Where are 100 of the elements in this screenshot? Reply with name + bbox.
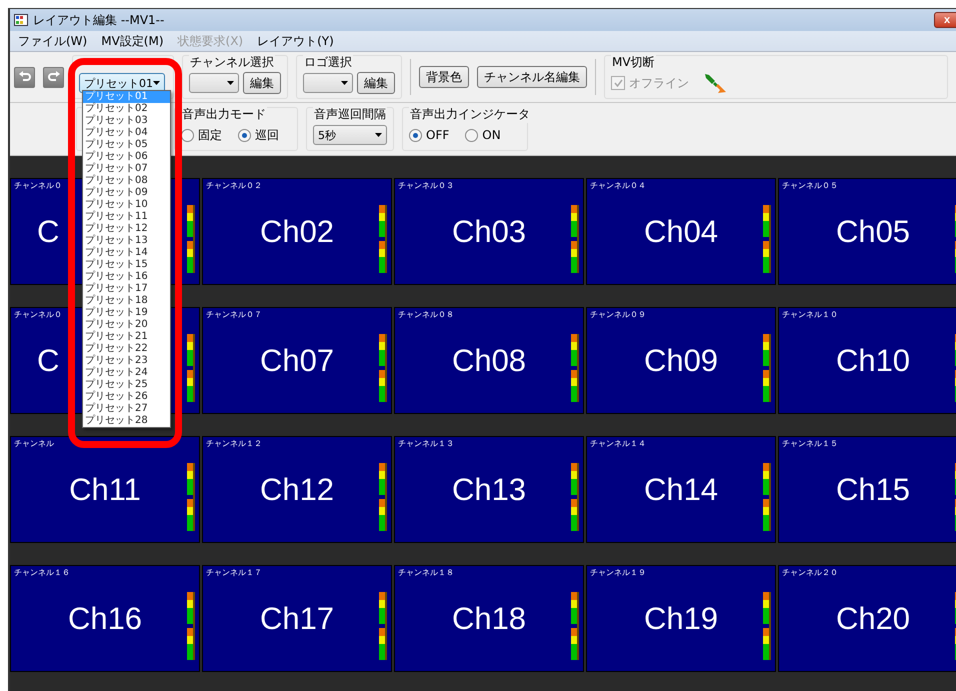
preset-option[interactable]: プリセット27	[83, 403, 170, 415]
close-button[interactable]: x	[934, 12, 956, 28]
preset-option[interactable]: プリセット15	[83, 259, 170, 271]
caret-icon	[375, 133, 382, 137]
channel-label: チャンネル１９	[590, 567, 646, 578]
preset-option[interactable]: プリセット22	[83, 343, 170, 355]
audio-meter-icon	[379, 334, 387, 402]
radio-button[interactable]	[238, 128, 251, 142]
preset-option[interactable]: プリセット25	[83, 379, 170, 391]
channel-tile[interactable]: チャンネル０２ Ch02	[202, 178, 392, 285]
channel-tile[interactable]: チャンネル１２ Ch12	[202, 436, 392, 543]
channel-tile[interactable]: チャンネル１６ Ch16	[10, 565, 200, 672]
audio-meter-icon	[187, 334, 195, 402]
menu-item[interactable]: レイアウト(Y)	[257, 32, 334, 50]
caret-icon	[227, 81, 234, 85]
checkbox-label: オフライン	[629, 74, 689, 92]
radio-option[interactable]: ON	[465, 128, 501, 142]
audio-meter-icon	[187, 592, 195, 660]
radio-option[interactable]: OFF	[409, 128, 450, 142]
redo-button[interactable]	[43, 66, 64, 88]
preset-option[interactable]: プリセット18	[83, 295, 170, 307]
preset-option[interactable]: プリセット13	[83, 235, 170, 247]
channel-tile[interactable]: チャンネル１９ Ch19	[586, 565, 776, 672]
preset-option[interactable]: プリセット06	[83, 151, 170, 163]
channel-label: チャンネル０	[14, 180, 62, 191]
radio-button[interactable]	[181, 128, 194, 142]
dropdown[interactable]	[303, 73, 353, 93]
channel-tile[interactable]: チャンネル Ch11	[10, 436, 200, 543]
channel-label: チャンネル２０	[782, 567, 838, 578]
channel-tile[interactable]: チャンネル１４ Ch14	[586, 436, 776, 543]
channel-tile[interactable]: チャンネル０８ Ch08	[394, 307, 584, 414]
undo-button[interactable]	[14, 66, 35, 88]
channel-name: Ch02	[260, 214, 334, 250]
preset-option[interactable]: プリセット19	[83, 307, 170, 319]
preset-option[interactable]: プリセット02	[83, 103, 170, 115]
group-title: チャンネル選択	[189, 54, 275, 71]
channel-name: Ch19	[644, 600, 718, 636]
channel-tile[interactable]: チャンネル２０ Ch20	[778, 565, 956, 672]
channel-tile[interactable]: チャンネル０７ Ch07	[202, 307, 392, 414]
window-title: レイアウト編集 --MV1--	[33, 12, 164, 28]
channel-label: チャンネル０８	[398, 309, 454, 320]
radio-option[interactable]: 固定	[181, 126, 222, 144]
preset-option[interactable]: プリセット03	[83, 115, 170, 127]
interval-dropdown[interactable]: 5秒	[313, 125, 387, 145]
channel-label: チャンネル０７	[206, 309, 262, 320]
edit-button[interactable]: 編集	[357, 72, 395, 94]
channel-name: Ch20	[836, 600, 910, 636]
preset-option[interactable]: プリセット11	[83, 211, 170, 223]
channel-label: チャンネル０５	[782, 180, 838, 191]
radio-button[interactable]	[465, 128, 478, 142]
channel-name: Ch12	[260, 472, 334, 508]
check-icon	[614, 79, 622, 87]
channel-name: Ch08	[452, 342, 526, 378]
channel-tile[interactable]: チャンネル１０ Ch10	[778, 307, 956, 414]
channel-tile[interactable]: チャンネル１５ Ch15	[778, 436, 956, 543]
channel-tile[interactable]: チャンネル０３ Ch03	[394, 178, 584, 285]
audio-meter-icon	[571, 334, 579, 402]
preset-option[interactable]: プリセット23	[83, 355, 170, 367]
preset-option[interactable]: プリセット10	[83, 199, 170, 211]
preset-option[interactable]: プリセット17	[83, 283, 170, 295]
preset-option[interactable]: プリセット08	[83, 175, 170, 187]
channel-label: チャンネル１７	[206, 567, 262, 578]
channel-name: Ch03	[452, 214, 526, 250]
preset-option[interactable]: プリセット16	[83, 271, 170, 283]
edit-button[interactable]: 編集	[243, 72, 281, 94]
audio-meter-icon	[187, 205, 195, 273]
channel-label: チャンネル０２	[206, 180, 262, 191]
preset-option[interactable]: プリセット20	[83, 319, 170, 331]
menu-item[interactable]: ファイル(W)	[18, 32, 88, 50]
preset-option[interactable]: プリセット26	[83, 391, 170, 403]
preset-option[interactable]: プリセット28	[83, 415, 170, 427]
preset-option[interactable]: プリセット05	[83, 139, 170, 151]
radio-option[interactable]: 巡回	[238, 126, 279, 144]
channel-tile[interactable]: チャンネル０９ Ch09	[586, 307, 776, 414]
preset-option[interactable]: プリセット24	[83, 367, 170, 379]
radio-button[interactable]	[409, 128, 422, 142]
channel-name: Ch05	[836, 214, 910, 250]
preset-option[interactable]: プリセット04	[83, 127, 170, 139]
channel-tile[interactable]: チャンネル０５ Ch05	[778, 178, 956, 285]
preset-option[interactable]: プリセット14	[83, 247, 170, 259]
channel-name: Ch04	[644, 214, 718, 250]
channel-tile[interactable]: チャンネル１３ Ch13	[394, 436, 584, 543]
preset-option[interactable]: プリセット12	[83, 223, 170, 235]
preset-option[interactable]: プリセット09	[83, 187, 170, 199]
redo-icon	[48, 71, 60, 83]
channel-name: C	[37, 342, 60, 378]
dropdown[interactable]	[189, 73, 239, 93]
channel-tile[interactable]: チャンネル１７ Ch17	[202, 565, 392, 672]
menu-item[interactable]: MV設定(M)	[101, 32, 164, 50]
preset-option[interactable]: プリセット21	[83, 331, 170, 343]
channel-tile[interactable]: チャンネル１８ Ch18	[394, 565, 584, 672]
audio-meter-icon	[379, 205, 387, 273]
audio-meter-icon	[571, 592, 579, 660]
channel-name: Ch16	[68, 600, 142, 636]
preset-option[interactable]: プリセット07	[83, 163, 170, 175]
audio-meter-icon	[763, 205, 771, 273]
channel-label: チャンネル０	[14, 309, 62, 320]
toolbar-button[interactable]: チャンネル名編集	[477, 66, 587, 88]
channel-tile[interactable]: チャンネル０４ Ch04	[586, 178, 776, 285]
toolbar-button[interactable]: 背景色	[419, 66, 469, 88]
